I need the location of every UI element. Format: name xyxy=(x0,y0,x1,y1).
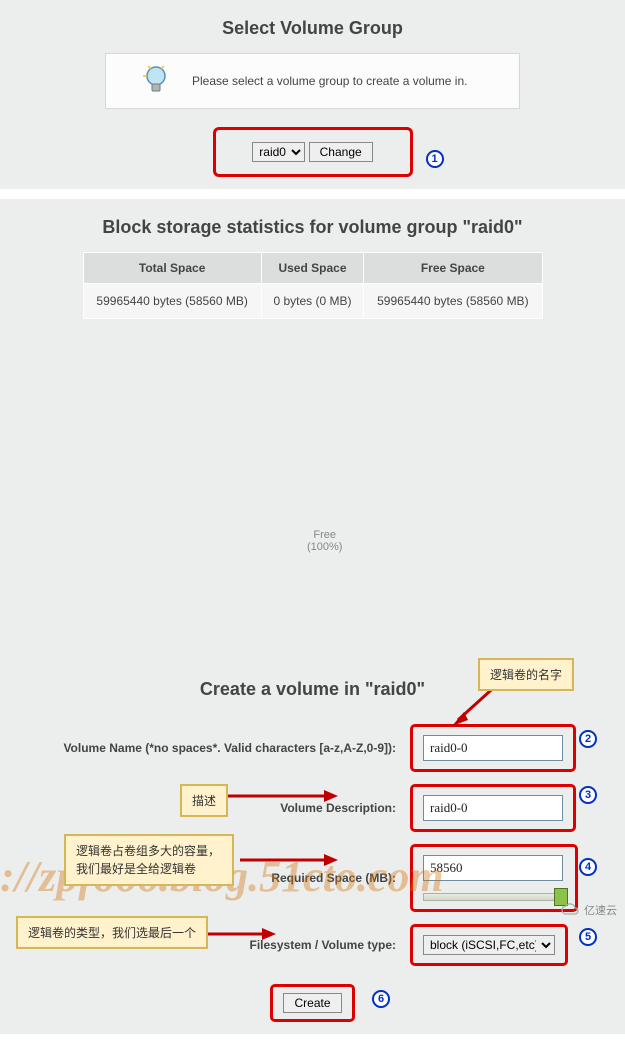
annotation-name: 逻辑卷的名字 xyxy=(478,658,574,691)
val-used: 0 bytes (0 MB) xyxy=(261,284,363,319)
lightbulb-icon xyxy=(136,66,176,96)
val-free: 59965440 bytes (58560 MB) xyxy=(364,284,542,319)
step-badge-3: 3 xyxy=(579,786,597,804)
volume-desc-input[interactable] xyxy=(423,795,563,821)
create-button[interactable]: Create xyxy=(283,993,341,1013)
volume-type-select[interactable]: block (iSCSI,FC,etc) xyxy=(423,935,555,955)
volume-group-selector-box: raid0 Change 1 xyxy=(213,127,413,177)
col-free: Free Space xyxy=(364,253,542,284)
required-space-input[interactable] xyxy=(423,855,563,881)
stats-title: Block storage statistics for volume grou… xyxy=(12,217,613,238)
cloud-icon xyxy=(560,903,580,917)
footer-logo: 亿速云 xyxy=(560,902,617,918)
step-badge-1: 1 xyxy=(426,150,444,168)
select-group-title: Select Volume Group xyxy=(12,18,613,39)
hint-box: Please select a volume group to create a… xyxy=(105,53,520,109)
change-button[interactable]: Change xyxy=(309,142,373,162)
col-used: Used Space xyxy=(261,253,363,284)
step-badge-5: 5 xyxy=(579,928,597,946)
chart-free-pct: (100%) xyxy=(307,541,342,553)
chart-free-label: Free xyxy=(307,529,342,541)
step-badge-4: 4 xyxy=(579,858,597,876)
annotation-space: 逻辑卷占卷组多大的容量，我们最好是全给逻辑卷 xyxy=(64,834,234,886)
annotation-desc: 描述 xyxy=(180,784,228,817)
volume-group-select[interactable]: raid0 xyxy=(252,142,305,162)
val-total: 59965440 bytes (58560 MB) xyxy=(83,284,261,319)
volume-name-label: Volume Name (*no spaces*. Valid characte… xyxy=(20,741,410,755)
annotation-type: 逻辑卷的类型，我们选最后一个 xyxy=(16,916,208,949)
usage-chart: Free (100%) xyxy=(12,319,613,659)
space-slider[interactable] xyxy=(423,893,565,901)
stats-table: Total Space Used Space Free Space 599654… xyxy=(83,252,543,319)
step-badge-2: 2 xyxy=(579,730,597,748)
step-badge-6: 6 xyxy=(372,990,390,1008)
volume-name-input[interactable] xyxy=(423,735,563,761)
col-total: Total Space xyxy=(83,253,261,284)
hint-text: Please select a volume group to create a… xyxy=(192,74,467,88)
